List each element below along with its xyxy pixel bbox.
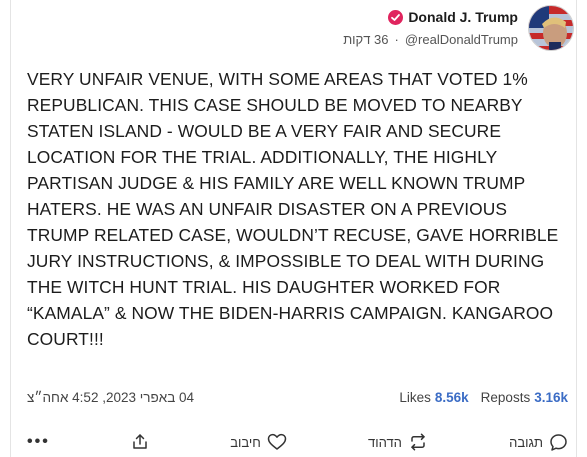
- author-handle[interactable]: @realDonaldTrump: [405, 32, 518, 47]
- like-label: חיבוב: [230, 434, 261, 450]
- reposts-count[interactable]: Reposts 3.16k: [481, 390, 568, 405]
- likes-value: 8.56k: [434, 389, 469, 405]
- reposts-label: Reposts: [480, 389, 531, 405]
- reply-label: תגובה: [509, 434, 543, 450]
- avatar[interactable]: [528, 5, 574, 51]
- post-header: Donald J. Trump 36 דקות · @realDonaldTru…: [11, 5, 576, 53]
- author-info: Donald J. Trump 36 דקות · @realDonaldTru…: [343, 7, 518, 49]
- reposts-value: 3.16k: [534, 389, 568, 405]
- author-display-name[interactable]: Donald J. Trump: [408, 9, 518, 25]
- reply-button[interactable]: תגובה: [509, 433, 568, 452]
- repost-button[interactable]: הדהוד: [368, 433, 428, 451]
- post-actions: ••• חיבוב הדהוד תגובה: [27, 430, 568, 454]
- meta-separator: ·: [394, 31, 399, 47]
- likes-label: Likes: [399, 389, 431, 405]
- verified-badge-icon: [388, 9, 404, 25]
- repost-icon: [408, 433, 428, 451]
- reply-icon: [549, 433, 568, 452]
- more-icon[interactable]: •••: [27, 433, 50, 451]
- post-card: Donald J. Trump 36 דקות · @realDonaldTru…: [10, 0, 577, 457]
- post-date: 04 באפרי 2023, 4:52 אחה״צ: [27, 389, 195, 405]
- heart-icon: [267, 433, 287, 451]
- post-body-text: VERY UNFAIR VENUE, WITH SOME AREAS THAT …: [27, 69, 559, 349]
- like-button[interactable]: חיבוב: [230, 433, 287, 451]
- share-button[interactable]: [131, 433, 149, 451]
- likes-count[interactable]: Likes 8.56k: [399, 390, 468, 405]
- post-time-ago[interactable]: 36 דקות: [343, 32, 388, 47]
- repost-label: הדהוד: [368, 434, 402, 450]
- share-icon: [131, 433, 149, 451]
- post-stats: 04 באפרי 2023, 4:52 אחה״צ Likes 8.56k Rep…: [27, 386, 568, 408]
